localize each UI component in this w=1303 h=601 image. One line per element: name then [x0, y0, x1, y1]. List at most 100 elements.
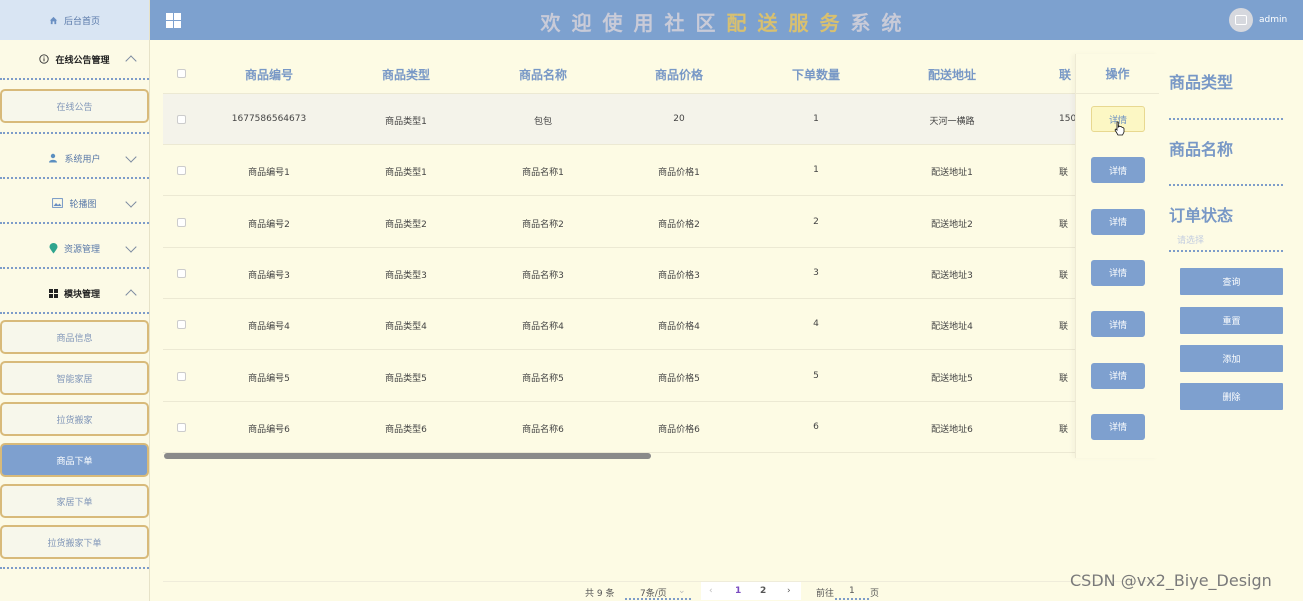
- detail-button[interactable]: 详情: [1091, 311, 1145, 338]
- home-icon: [49, 16, 58, 24]
- sidebar-group-announcement[interactable]: 在线公告管理: [0, 40, 149, 80]
- chevron-up-icon: [125, 55, 137, 67]
- row-checkbox[interactable]: [177, 268, 186, 278]
- table-cell: 1: [813, 114, 819, 124]
- table-cell: 商品编号4: [248, 322, 290, 333]
- row-checkbox[interactable]: [177, 320, 186, 330]
- column-header[interactable]: 下单数量: [766, 66, 866, 83]
- user-icon: [49, 153, 58, 163]
- sidebar-item-smart-home[interactable]: 智能家居: [0, 361, 149, 395]
- column-header[interactable]: 商品名称: [493, 66, 593, 83]
- detail-button[interactable]: 详情: [1091, 259, 1145, 286]
- detail-button[interactable]: 详情: [1091, 157, 1145, 184]
- sidebar-group-users[interactable]: 系统用户: [0, 139, 149, 179]
- divider: [0, 564, 149, 569]
- column-header[interactable]: 商品编号: [219, 66, 319, 83]
- sidebar-group-modules[interactable]: 模块管理: [0, 274, 149, 314]
- status-select[interactable]: 请选择: [1177, 233, 1204, 246]
- select-all-checkbox[interactable]: [177, 69, 186, 78]
- table-cell: 商品价格1: [658, 168, 700, 179]
- row-checkbox[interactable]: [177, 115, 186, 124]
- table-cell: 商品价格2: [658, 219, 700, 230]
- table-cell: 商品类型6: [385, 424, 427, 435]
- detail-button[interactable]: 详情: [1091, 208, 1145, 235]
- image-icon: [1235, 15, 1247, 25]
- table-cell: 配送地址2: [931, 219, 973, 230]
- divider: [0, 128, 149, 134]
- filter-type-input[interactable]: [1169, 118, 1283, 120]
- filter-label-name: 商品名称: [1169, 140, 1234, 159]
- row-checkbox[interactable]: [177, 422, 186, 432]
- avatar[interactable]: [1229, 8, 1253, 32]
- column-header[interactable]: 商品类型: [356, 66, 456, 83]
- location-pin-icon: [49, 242, 58, 253]
- sidebar-item-moving[interactable]: 拉货搬家: [0, 402, 149, 436]
- next-page-button[interactable]: ›: [787, 586, 791, 596]
- sidebar-item-moving-orders[interactable]: 拉货搬家下单: [0, 525, 149, 559]
- column-header: 操作: [1076, 54, 1159, 94]
- table-row[interactable]: 商品编号4 商品类型4 商品名称4 商品价格4 4 配送地址4 联: [163, 299, 1159, 351]
- info-circle-icon: [39, 54, 50, 64]
- table-cell: 商品编号2: [248, 219, 290, 230]
- pagination: 共 9 条 7条/页 ⌄ ‹ 1 2 › 前往 1 页: [163, 581, 1159, 601]
- sidebar-item-home[interactable]: 后台首页: [0, 0, 149, 40]
- sidebar-item-products[interactable]: 商品信息: [0, 320, 149, 354]
- table-cell: 商品类型3: [385, 270, 427, 281]
- table-cell: 商品编号3: [248, 270, 290, 281]
- table-cell: 商品价格3: [658, 270, 700, 281]
- table-header: 商品编号 商品类型 商品名称 商品价格 下单数量 配送地址 联: [163, 54, 1159, 94]
- add-button[interactable]: 添加: [1180, 345, 1283, 372]
- row-checkbox[interactable]: [177, 166, 186, 176]
- column-header[interactable]: 配送地址: [902, 66, 1002, 83]
- column-header[interactable]: 商品价格: [629, 66, 729, 83]
- row-checkbox[interactable]: [177, 371, 186, 381]
- sidebar-item-product-orders[interactable]: 商品下单: [0, 443, 149, 477]
- table-cell: 20: [673, 114, 685, 124]
- page-number[interactable]: 2: [760, 586, 766, 596]
- chevron-down-icon: [125, 151, 137, 163]
- table-cell: 6: [813, 421, 819, 432]
- title-part: 欢迎使用社区: [540, 11, 727, 35]
- sidebar-item-home-orders[interactable]: 家居下单: [0, 484, 149, 518]
- goto-label: 前往: [816, 589, 835, 599]
- prev-page-button[interactable]: ‹: [709, 586, 713, 596]
- filter-name-input[interactable]: [1169, 184, 1283, 186]
- table-row[interactable]: 商品编号1 商品类型1 商品名称1 商品价格1 1 配送地址1 联: [163, 145, 1159, 197]
- table-cell: 5: [813, 370, 819, 381]
- table-row[interactable]: 商品编号6 商品类型6 商品名称6 商品价格6 6 配送地址6 联: [163, 402, 1159, 453]
- table-cell: 商品价格6: [658, 424, 700, 435]
- table-row[interactable]: 1677586564673 商品类型1 包包 20 1 天河一横路 150: [163, 94, 1159, 145]
- delete-button[interactable]: 删除: [1180, 383, 1283, 410]
- table-cell: 3: [813, 267, 819, 278]
- detail-button[interactable]: 详情: [1091, 413, 1145, 440]
- picture-icon: [52, 198, 64, 208]
- chevron-up-icon: [125, 289, 137, 301]
- sidebar-item-announcement[interactable]: 在线公告: [0, 89, 149, 123]
- table-cell: 商品名称6: [522, 424, 564, 435]
- page-number[interactable]: 1: [735, 586, 741, 596]
- sidebar-group-label: 在线公告管理: [55, 55, 110, 66]
- row-checkbox[interactable]: [177, 217, 186, 227]
- query-button[interactable]: 查询: [1180, 268, 1283, 295]
- table-cell: 包包: [533, 117, 552, 127]
- table-row[interactable]: 商品编号3 商品类型3 商品名称3 商品价格3 3 配送地址3 联: [163, 248, 1159, 299]
- horizontal-scrollbar[interactable]: [164, 453, 651, 459]
- table-cell: 商品名称3: [522, 270, 564, 281]
- table-row[interactable]: 商品编号5 商品类型5 商品名称5 商品价格5 5 配送地址5 联: [163, 351, 1159, 402]
- sidebar-group-label: 系统用户: [64, 154, 101, 165]
- sidebar: 后台首页 在线公告管理 在线公告 系统用户 轮播图 资源管理 模块管理 商品信息…: [0, 0, 150, 601]
- table-cell: 商品编号1: [248, 168, 290, 179]
- sidebar-group-resources[interactable]: 资源管理: [0, 229, 149, 269]
- divider: [835, 598, 869, 600]
- reset-button[interactable]: 重置: [1180, 307, 1283, 334]
- table-cell: 商品类型4: [385, 322, 427, 333]
- chevron-down-icon: [125, 241, 137, 253]
- goto-page-input[interactable]: 1: [849, 586, 855, 596]
- search-panel: 商品类型 商品名称 订单状态 请选择 查询 重置 添加 删除: [1160, 54, 1303, 601]
- username[interactable]: admin: [1259, 15, 1287, 25]
- table-row[interactable]: 商品编号2 商品类型2 商品名称2 商品价格2 2 配送地址2 联: [163, 197, 1159, 248]
- detail-button[interactable]: 详情: [1091, 362, 1145, 389]
- page-unit-label: 页: [870, 589, 880, 599]
- sidebar-group-carousel[interactable]: 轮播图: [0, 184, 149, 224]
- table-cell: 配送地址1: [931, 168, 973, 179]
